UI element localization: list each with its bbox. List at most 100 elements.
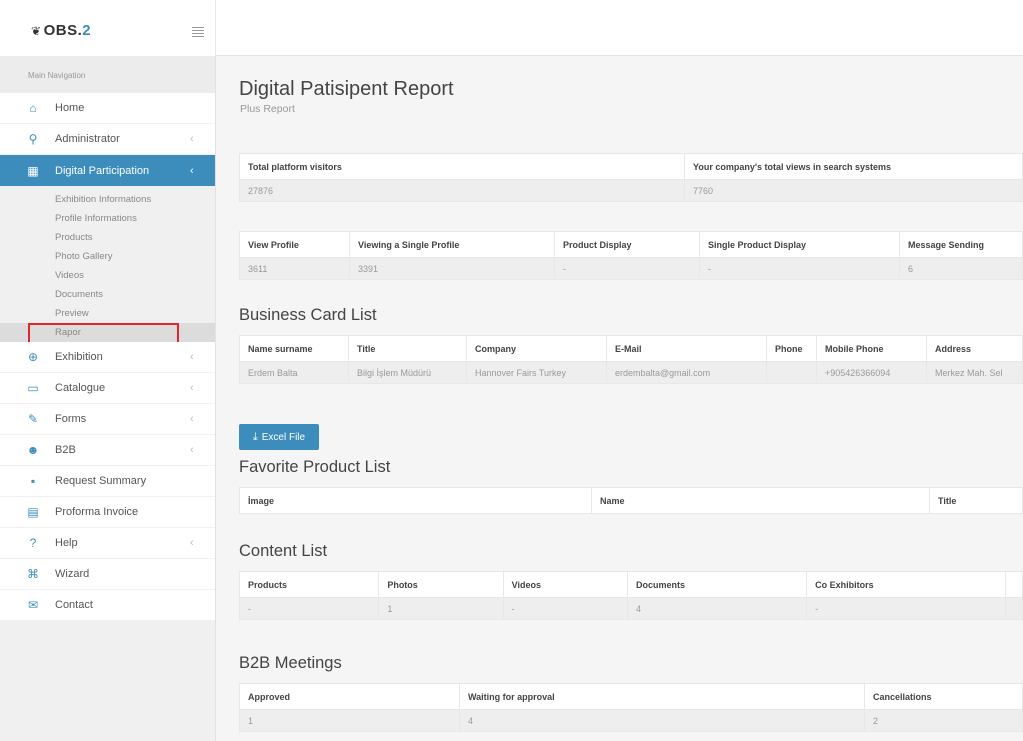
sidebar-item-digital-participation[interactable]: ▦ Digital Participation ‹ (0, 155, 215, 186)
invoice-icon: ▤ (27, 505, 39, 519)
column-header: Cancellations (864, 683, 1023, 710)
column-header: Co Exhibitors (806, 571, 1006, 598)
views-table: View Profile Viewing a Single Profile Pr… (239, 231, 1023, 280)
page-subtitle: Plus Report (240, 103, 295, 115)
sidebar-item-label: Digital Participation (55, 164, 150, 177)
b2b-meetings-table: Approved Waiting for approval Cancellati… (239, 683, 1023, 732)
submenu-item-products[interactable]: Products (0, 228, 215, 247)
sidebar-item-label: Exhibition (55, 351, 103, 363)
table-cell: - (238, 597, 380, 620)
nav-header: Main Navigation (0, 56, 215, 93)
table-cell: Erdem Balta (239, 361, 349, 384)
table-cell (766, 361, 817, 384)
submenu-item-rapor[interactable]: Rapor (0, 323, 215, 345)
sidebar-item-label: Catalogue (55, 382, 106, 394)
digital-participation-submenu: Exhibition Informations Profile Informat… (0, 186, 215, 345)
table-cell: 7760 (684, 179, 1023, 202)
column-header (1005, 571, 1023, 598)
sidebar-item-label: Home (55, 102, 85, 114)
chevron-left-icon: ‹ (190, 382, 194, 394)
business-card-table: Name surname Title Company E-Mail Phone … (239, 335, 1023, 384)
logo-mark-icon: ❦ (31, 23, 42, 38)
table-cell: 4 (627, 597, 808, 620)
table-header-row: İmage Name Title (239, 487, 1023, 514)
submenu-item-preview[interactable]: Preview (0, 304, 215, 323)
table-cell: erdembalta@gmail.com (606, 361, 767, 384)
column-header: Your company's total views in search sys… (684, 153, 1023, 180)
logo-text: OBS. (43, 22, 83, 39)
menu-toggle-icon[interactable] (192, 27, 204, 37)
sidebar-item-proforma-invoice[interactable]: ▤ Proforma Invoice (0, 497, 215, 528)
submenu-item-profile-informations[interactable]: Profile Informations (0, 209, 215, 228)
column-header: Title (348, 335, 467, 362)
submenu-item-documents[interactable]: Documents (0, 285, 215, 304)
logo-number: 2 (82, 22, 92, 39)
table-row: Erdem Balta Bilgi İşlem Müdürü Hannover … (239, 361, 1023, 384)
sidebar-item-wizard[interactable]: ⌘ Wizard (0, 559, 215, 590)
table-cell: Bilgi İşlem Müdürü (348, 361, 467, 384)
chevron-left-icon: ‹ (190, 413, 194, 425)
sidebar-item-exhibition[interactable]: ⊕ Exhibition ‹ (0, 342, 215, 373)
favorite-product-list-title: Favorite Product List (239, 458, 391, 476)
main-content: Digital Patisipent Report Plus Report To… (216, 56, 1023, 741)
content-list-title: Content List (239, 542, 328, 560)
column-header: Message Sending (899, 231, 1023, 258)
book-icon: ▭ (27, 381, 39, 395)
submenu-item-videos[interactable]: Videos (0, 266, 215, 285)
column-header: Phone (766, 335, 817, 362)
sidebar-item-label: Wizard (55, 568, 90, 580)
table-cell: - (554, 257, 700, 280)
table-cell: 2 (864, 709, 1023, 732)
column-header: Title (929, 487, 1023, 514)
table-cell (1005, 597, 1023, 620)
sidebar: Main Navigation ⌂ Home ⚲ Administrator ‹… (0, 56, 216, 741)
excel-file-button[interactable]: ⤓ Excel File (239, 424, 319, 450)
submenu-item-exhibition-informations[interactable]: Exhibition Informations (0, 190, 215, 209)
sidebar-item-label: Administrator (55, 133, 120, 145)
sidebar-item-contact[interactable]: ✉ Contact (0, 590, 215, 621)
column-header: Viewing a Single Profile (349, 231, 555, 258)
sidebar-item-administrator[interactable]: ⚲ Administrator ‹ (0, 124, 215, 155)
sidebar-item-label: Contact (55, 599, 93, 611)
sidebar-item-help[interactable]: ? Help ‹ (0, 528, 215, 559)
mail-icon: ✉ (27, 598, 39, 612)
sidebar-item-label: Request Summary (55, 475, 147, 487)
column-header: Name surname (239, 335, 349, 362)
sidebar-item-request-summary[interactable]: ▪ Request Summary (0, 466, 215, 497)
home-icon: ⌂ (29, 101, 37, 115)
table-cell: - (502, 597, 629, 620)
table-row: - 1 - 4 - (238, 597, 1023, 620)
table-header-row: Total platform visitors Your company's t… (239, 153, 1023, 180)
column-header: Waiting for approval (459, 683, 865, 710)
wizard-icon: ⌘ (27, 567, 39, 581)
submenu-item-photo-gallery[interactable]: Photo Gallery (0, 247, 215, 266)
chevron-left-icon: ‹ (190, 351, 194, 363)
business-card-list-title: Business Card List (239, 306, 377, 324)
sidebar-item-forms[interactable]: ✎ Forms ‹ (0, 404, 215, 435)
column-header: Mobile Phone (816, 335, 927, 362)
help-icon: ? (29, 536, 37, 550)
column-header: Products (238, 571, 380, 598)
sidebar-item-label: Forms (55, 413, 87, 425)
column-header: Photos (378, 571, 504, 598)
column-header: Name (591, 487, 930, 514)
favorite-product-table: İmage Name Title (239, 487, 1023, 514)
key-icon: ⚲ (28, 132, 38, 146)
sidebar-item-home[interactable]: ⌂ Home (0, 93, 215, 124)
logo[interactable]: ❦ OBS. 2 (31, 22, 91, 39)
column-header: Product Display (554, 231, 700, 258)
sidebar-item-catalogue[interactable]: ▭ Catalogue ‹ (0, 373, 215, 404)
table-cell: 27876 (239, 179, 685, 202)
content-table: Products Photos Videos Documents Co Exhi… (238, 571, 1023, 620)
table-cell: 1 (239, 709, 460, 732)
list-icon: ▪ (30, 474, 36, 488)
chevron-left-icon: ‹ (190, 537, 194, 549)
table-cell: +905426366094 (816, 361, 927, 384)
b2b-meetings-title: B2B Meetings (239, 654, 342, 672)
column-header: Approved (239, 683, 460, 710)
sidebar-item-b2b[interactable]: ☻ B2B ‹ (0, 435, 215, 466)
sidebar-item-label: Proforma Invoice (55, 506, 139, 518)
table-cell: Hannover Fairs Turkey (466, 361, 607, 384)
chevron-left-icon: ‹ (190, 164, 194, 177)
table-header-row: Name surname Title Company E-Mail Phone … (239, 335, 1023, 362)
